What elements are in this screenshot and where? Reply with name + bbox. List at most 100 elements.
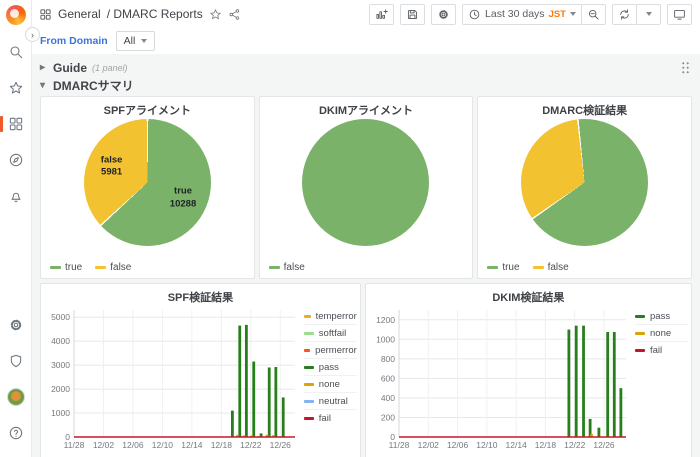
svg-text:200: 200 bbox=[381, 412, 395, 422]
cycle-view-mode-button[interactable] bbox=[667, 3, 692, 25]
legend-item-temperror[interactable]: temperror bbox=[303, 308, 357, 325]
dashboard-topbar: General / DMARC Reports Last 30 days JST bbox=[32, 0, 700, 28]
chevron-down-icon bbox=[141, 39, 148, 43]
panel-title[interactable]: DKIM検証結果 bbox=[366, 284, 691, 304]
svg-text:4000: 4000 bbox=[51, 336, 70, 346]
svg-text:12/06: 12/06 bbox=[447, 440, 469, 450]
svg-text:12/22: 12/22 bbox=[240, 440, 262, 450]
dashboard-grid-icon bbox=[40, 8, 51, 20]
explore-compass-icon[interactable] bbox=[7, 151, 25, 169]
x-grid: 11/28 12/02 12/06 12/10 12/14 12/18 12/22 12/26 bbox=[64, 310, 291, 450]
breadcrumb: General / DMARC Reports bbox=[39, 7, 241, 21]
chevron-down-icon bbox=[645, 12, 652, 16]
breadcrumb-folder[interactable]: General bbox=[58, 7, 101, 21]
panel-spf-result: SPF検証結果 0 1000 2000 3000 4000 5000 11/28 12/02 1… bbox=[40, 283, 361, 457]
grafana-app: › General / DMARC Reports Last 30 days J… bbox=[0, 0, 700, 457]
svg-text:12/26: 12/26 bbox=[270, 440, 292, 450]
svg-text:1200: 1200 bbox=[376, 315, 395, 325]
starred-dashboards-icon[interactable] bbox=[7, 79, 25, 97]
variable-select[interactable]: All bbox=[115, 31, 156, 51]
legend-item-neutral[interactable]: neutral bbox=[303, 393, 357, 410]
legend-item-none[interactable]: none bbox=[635, 325, 688, 342]
legend-item-fail[interactable]: fail bbox=[635, 342, 688, 358]
alerting-bell-icon[interactable] bbox=[7, 187, 25, 205]
dashboard-canvas: ▸ Guide (1 panel) ▾ DMARCサマリ SPFアライメント t… bbox=[32, 54, 700, 457]
variable-label[interactable]: From Domain bbox=[40, 35, 108, 47]
clock-icon bbox=[469, 9, 480, 19]
legend-item-none[interactable]: none bbox=[303, 376, 357, 393]
row-dmarc-summary[interactable]: ▾ DMARCサマリ bbox=[40, 77, 692, 94]
panel-title[interactable]: DKIMアライメント bbox=[260, 97, 473, 117]
chevron-down-icon: ▾ bbox=[40, 80, 46, 91]
timezone-label: JST bbox=[548, 8, 566, 20]
bars bbox=[567, 325, 623, 437]
user-avatar[interactable] bbox=[6, 388, 25, 406]
svg-text:12/18: 12/18 bbox=[211, 440, 233, 450]
y-grid: 010002000300040005000 bbox=[51, 312, 295, 442]
grafana-logo-icon[interactable] bbox=[5, 5, 26, 25]
legend-item-false[interactable]: false bbox=[532, 262, 569, 273]
zoom-out-time-button[interactable] bbox=[581, 3, 606, 25]
row-guide[interactable]: ▸ Guide (1 panel) bbox=[40, 58, 692, 77]
y-grid: 020040060080010001200 bbox=[376, 315, 626, 442]
main-area: General / DMARC Reports Last 30 days JST… bbox=[32, 0, 700, 457]
legend-item-false[interactable]: false bbox=[95, 262, 131, 273]
chart-legend: pass none fail bbox=[628, 303, 688, 456]
row-guide-title: Guide bbox=[53, 60, 88, 75]
active-section-indicator bbox=[0, 116, 3, 132]
legend-item-softfail[interactable]: softfail bbox=[303, 325, 357, 342]
share-dashboard-icon[interactable] bbox=[228, 8, 241, 21]
panel-title[interactable]: SPFアライメント bbox=[41, 97, 254, 117]
svg-text:600: 600 bbox=[381, 373, 395, 383]
spf-result-bar-chart: 0 1000 2000 3000 4000 5000 11/28 12/02 12/06 12/1… bbox=[44, 303, 297, 456]
svg-text:12/02: 12/02 bbox=[93, 440, 115, 450]
svg-text:3000: 3000 bbox=[51, 360, 70, 370]
search-icon[interactable] bbox=[7, 43, 25, 61]
legend-item-pass[interactable]: pass bbox=[635, 308, 688, 325]
row-drag-handle-icon[interactable] bbox=[681, 61, 690, 74]
dashboard-submenu: From Domain All bbox=[32, 28, 700, 54]
time-controls: Last 30 days JST bbox=[462, 3, 606, 25]
pie-slice-label: false 5981 bbox=[100, 154, 123, 178]
svg-text:11/28: 11/28 bbox=[388, 440, 409, 450]
dashboards-icon[interactable] bbox=[0, 115, 25, 133]
legend-item-false[interactable]: false bbox=[268, 262, 305, 273]
legend-item-true[interactable]: true bbox=[487, 262, 520, 273]
legend-item-pass[interactable]: pass bbox=[303, 359, 357, 376]
panel-dmarc-result: DMARC検証結果 true false bbox=[477, 96, 692, 279]
time-range-picker[interactable]: Last 30 days JST bbox=[462, 3, 582, 25]
configuration-gear-icon[interactable] bbox=[7, 316, 25, 334]
toolbar-actions: Last 30 days JST bbox=[369, 3, 692, 25]
refresh-button[interactable] bbox=[612, 3, 637, 25]
svg-text:12/18: 12/18 bbox=[535, 440, 557, 450]
svg-text:5000: 5000 bbox=[51, 312, 70, 322]
dashboard-settings-button[interactable] bbox=[431, 3, 457, 25]
svg-text:12/10: 12/10 bbox=[476, 440, 498, 450]
legend-item-permerror[interactable]: permerror bbox=[303, 342, 357, 359]
legend-item-true[interactable]: true bbox=[50, 262, 82, 273]
server-admin-shield-icon[interactable] bbox=[7, 352, 25, 370]
pie-slice-label: true 10288 bbox=[169, 185, 197, 210]
save-dashboard-button[interactable] bbox=[400, 3, 426, 25]
pie-panels-row: SPFアライメント true 10288 false 5981 true false D… bbox=[40, 96, 692, 279]
chevron-down-icon bbox=[570, 12, 576, 16]
pie-legend: true false bbox=[487, 262, 569, 273]
star-dashboard-icon[interactable] bbox=[209, 8, 222, 21]
refresh-interval-button[interactable] bbox=[636, 3, 661, 25]
page-title: / DMARC Reports bbox=[106, 7, 203, 21]
legend-item-fail[interactable]: fail bbox=[303, 410, 357, 426]
svg-text:400: 400 bbox=[381, 393, 395, 403]
panel-title[interactable]: SPF検証結果 bbox=[41, 284, 360, 304]
sidebar-expand-button[interactable]: › bbox=[25, 27, 40, 42]
panel-dkim-alignment: DKIMアライメント false bbox=[258, 96, 474, 279]
row-dmarc-summary-title: DMARCサマリ bbox=[53, 79, 134, 93]
svg-text:1000: 1000 bbox=[51, 408, 70, 418]
pie-legend: true false bbox=[50, 262, 131, 273]
add-panel-button[interactable] bbox=[369, 3, 395, 25]
svg-text:12/22: 12/22 bbox=[564, 440, 586, 450]
panel-dkim-result: DKIM検証結果 0 200 400 600 800 1000 1200 11/28 12/02… bbox=[364, 283, 692, 457]
bars bbox=[230, 324, 285, 438]
svg-text:11/28: 11/28 bbox=[64, 440, 85, 450]
help-icon[interactable] bbox=[7, 424, 25, 442]
panel-title[interactable]: DMARC検証結果 bbox=[478, 97, 691, 117]
